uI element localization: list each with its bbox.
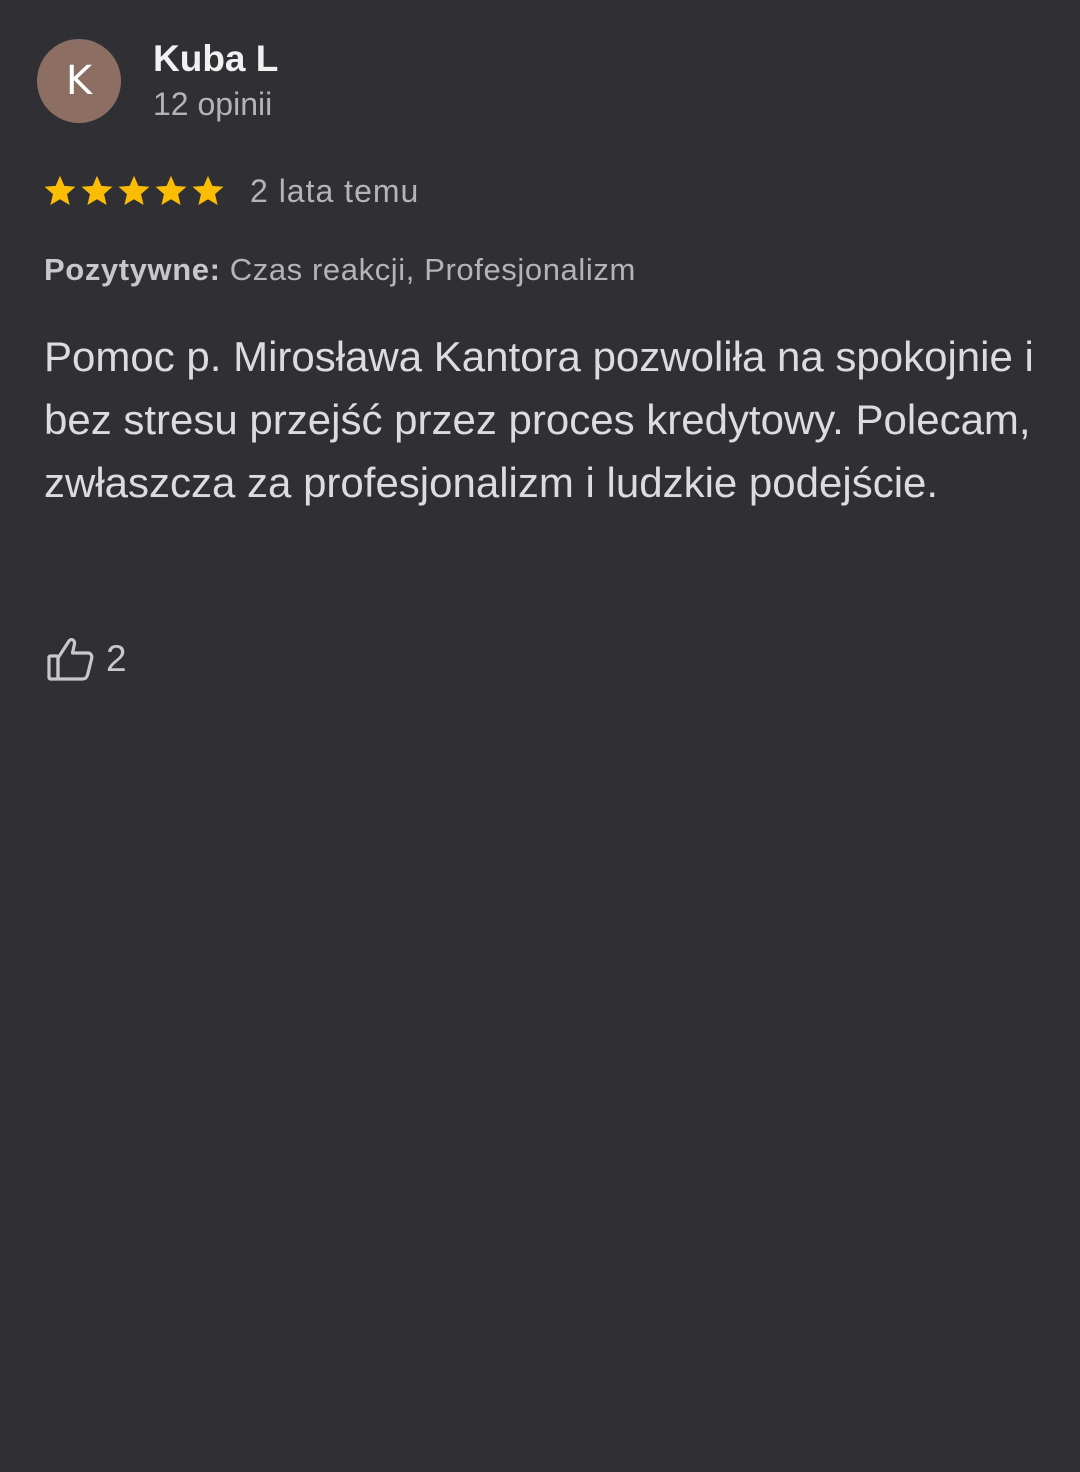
like-button[interactable]: 2: [44, 633, 127, 685]
star-icon: [44, 175, 76, 205]
thumb-up-icon[interactable]: [44, 633, 96, 685]
attributes-label: Pozytywne:: [44, 252, 221, 287]
star-icon: [192, 175, 224, 205]
star-icon: [118, 175, 150, 205]
author-review-count: 12 opinii: [153, 86, 273, 122]
star-icon: [155, 175, 187, 205]
avatar-initial: K: [65, 58, 93, 104]
attributes-values: Czas reakcji, Profesjonalizm: [229, 252, 636, 287]
review-text: Pomoc p. Mirosława Kantora pozwoliła na …: [44, 333, 1034, 506]
rating-row: 2 lata temu: [42, 168, 419, 214]
author-name[interactable]: Kuba L: [153, 37, 278, 81]
like-count: 2: [106, 638, 127, 679]
review-card: K Kuba L 12 opinii 2 lata temu Pozytywne…: [0, 0, 1080, 1472]
star-rating: [42, 173, 226, 209]
avatar[interactable]: K: [37, 39, 121, 123]
review-attributes: Pozytywne: Czas reakcji, Profesjonalizm: [44, 249, 636, 291]
star-icon: [81, 175, 113, 205]
review-date: 2 lata temu: [250, 172, 420, 209]
